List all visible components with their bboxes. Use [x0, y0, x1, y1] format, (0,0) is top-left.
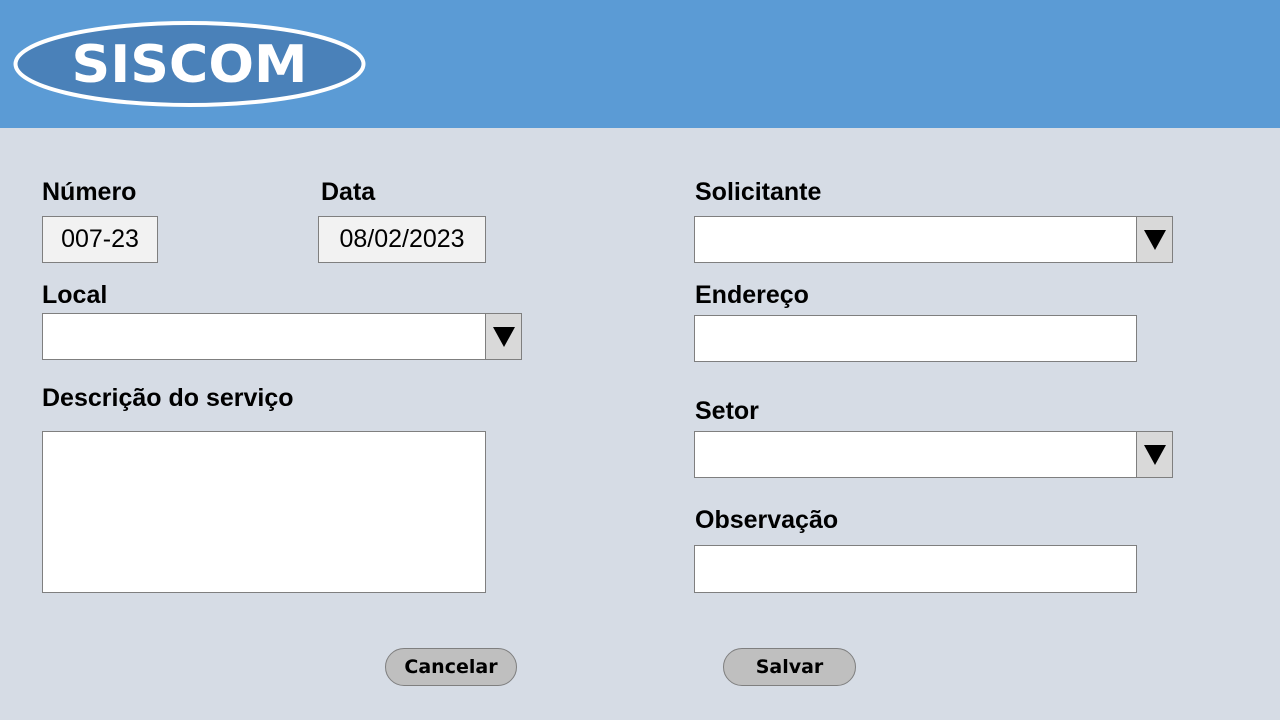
cancel-button[interactable]: Cancelar [385, 648, 517, 686]
solicitante-label: Solicitante [695, 178, 822, 206]
endereco-field[interactable] [694, 315, 1137, 362]
local-label: Local [42, 281, 108, 309]
endereco-label: Endereço [695, 281, 809, 309]
setor-select[interactable] [694, 431, 1173, 478]
logo-text: SISCOM [72, 35, 308, 95]
save-button[interactable]: Salvar [723, 648, 856, 686]
data-field: 08/02/2023 [318, 216, 486, 263]
triangle-down-icon [1143, 229, 1166, 250]
app-header: SISCOM [0, 0, 1280, 128]
setor-dropdown-button[interactable] [1136, 432, 1172, 477]
descricao-label: Descrição do serviço [42, 384, 294, 412]
triangle-down-icon [1143, 444, 1166, 465]
descricao-textarea[interactable] [42, 431, 486, 593]
data-label: Data [321, 178, 376, 206]
observacao-field[interactable] [694, 545, 1137, 593]
numero-field: 007-23 [42, 216, 158, 263]
setor-label: Setor [695, 397, 759, 425]
solicitante-select[interactable] [694, 216, 1173, 263]
local-dropdown-button[interactable] [485, 314, 521, 359]
local-select[interactable] [42, 313, 522, 360]
triangle-down-icon [492, 326, 515, 347]
observacao-label: Observação [695, 506, 839, 534]
siscom-logo: SISCOM [13, 21, 366, 107]
solicitante-dropdown-button[interactable] [1136, 217, 1172, 262]
numero-label: Número [42, 178, 137, 206]
